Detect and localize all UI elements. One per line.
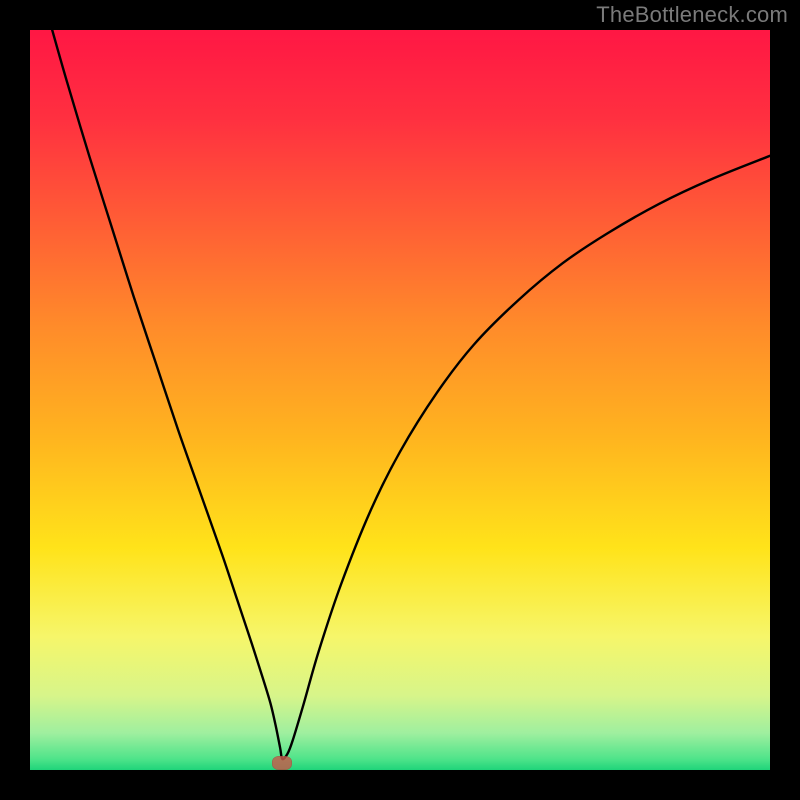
plot-svg (30, 30, 770, 770)
data-point-marker (272, 756, 292, 770)
background-gradient (30, 30, 770, 770)
chart-container: TheBottleneck.com (0, 0, 800, 800)
watermark-text: TheBottleneck.com (596, 2, 788, 28)
plot-area (30, 30, 770, 770)
